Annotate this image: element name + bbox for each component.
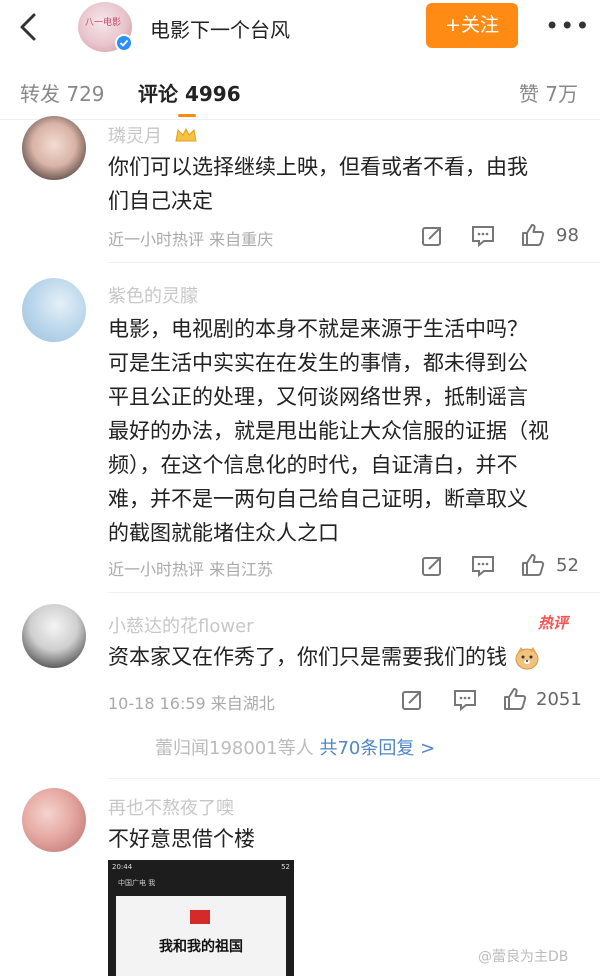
hot-comment-badge: 热评 [538, 614, 569, 632]
comment-line: 们自己决定 [108, 189, 213, 213]
view-replies-link[interactable]: 共70条回复 > [319, 738, 435, 759]
follow-button[interactable]: +关注 [426, 3, 518, 48]
back-icon[interactable] [14, 12, 44, 42]
replies-prefix: 蕾归闻198001等人 [155, 738, 314, 759]
commenter-name[interactable]: 璘灵月 [108, 122, 198, 148]
tab-repost[interactable]: 转发 729 [20, 78, 105, 107]
commenter-name-text: 璘灵月 [108, 126, 162, 147]
comment-icon[interactable] [470, 224, 496, 248]
comment-line: 平且公正的处理，又何谈网络世界，抵制谣言 [108, 385, 528, 409]
embed-nav-bar: 中国广电 我 [118, 879, 156, 887]
commenter-avatar[interactable] [22, 604, 86, 668]
like-count: 52 [556, 555, 579, 576]
divider [108, 262, 600, 263]
replies-summary[interactable]: 蕾归闻198001等人 共70条回复 > [155, 734, 435, 760]
repost-icon[interactable] [420, 554, 446, 578]
commenter-name[interactable]: 紫色的灵朦 [108, 282, 198, 308]
embed-card-title: 我和我的祖国 [159, 939, 243, 955]
comment-icon[interactable] [452, 688, 478, 712]
comment-image[interactable]: 20:44 52 中国广电 我 我和我的祖国 [108, 860, 294, 976]
comment-line: 的截图就能堵住众人之口 [108, 521, 339, 545]
watermark: @蕾良为主DB [478, 949, 569, 965]
doge-emoji-icon [514, 646, 540, 670]
like-icon[interactable] [520, 552, 546, 576]
comment-icon[interactable] [470, 554, 496, 578]
avatar-logo-text: 八一电影 [85, 18, 122, 28]
comment-meta: 近一小时热评 来自重庆 [108, 230, 274, 249]
comment-text: 不好意思借个楼 [108, 822, 583, 856]
like-icon[interactable] [520, 222, 546, 246]
comment-meta: 10-18 16:59 来自湖北 [108, 694, 275, 713]
embed-time: 20:44 [112, 863, 133, 871]
tab-like[interactable]: 赞 7万 [519, 78, 578, 107]
comment-text: 你们可以选择继续上映，但看或者不看，由我 们自己决定 [108, 150, 583, 218]
top-bar: 八一电影 电影下一个台风 +关注 ••• [0, 0, 600, 58]
tab-comment[interactable]: 评论 4996 [138, 78, 241, 107]
like-count: 2051 [536, 689, 582, 710]
crown-icon [174, 127, 198, 148]
commenter-avatar[interactable] [22, 116, 86, 180]
commenter-avatar[interactable] [22, 278, 86, 342]
comment-line: 可是生活中实实在在发生的事情，都未得到公 [108, 351, 528, 375]
embed-card: 我和我的祖国 [116, 896, 286, 976]
comment-line: 不好意思借个楼 [108, 827, 255, 851]
tab-bar: 转发 729 评论 4996 赞 7万 [0, 58, 600, 120]
account-name[interactable]: 电影下一个台风 [150, 14, 290, 43]
active-tab-indicator [178, 114, 196, 117]
divider [108, 778, 600, 779]
comment-text: 资本家又在作秀了，你们只是需要我们的钱 [108, 640, 583, 674]
embed-status-bar: 20:44 52 [108, 860, 294, 874]
commenter-name[interactable]: 小慈达的花flower [108, 612, 254, 638]
repost-icon[interactable] [420, 224, 446, 248]
flag-icon [190, 910, 210, 924]
commenter-name[interactable]: 再也不熬夜了噢 [108, 794, 234, 820]
comment-line: 最好的办法，就是甩出能让大众信服的证据（视 [108, 419, 549, 443]
embed-battery: 52 [281, 863, 290, 871]
comment-line: 资本家又在作秀了，你们只是需要我们的钱 [108, 645, 507, 669]
comment-line: 难，并不是一两句自己给自己证明，断章取义 [108, 487, 528, 511]
more-options-icon[interactable]: ••• [545, 12, 590, 40]
comment-text: 电影，电视剧的本身不就是来源于生活中吗？ 可是生活中实实在在发生的事情，都未得到… [108, 312, 583, 550]
comment-line: 频），在这个信息化的时代，自证清白，并不 [108, 453, 518, 477]
divider [108, 592, 600, 593]
like-count: 98 [556, 225, 579, 246]
verified-badge-icon [115, 34, 133, 52]
comment-line: 你们可以选择继续上映，但看或者不看，由我 [108, 155, 528, 179]
commenter-avatar[interactable] [22, 788, 86, 852]
like-icon[interactable] [502, 686, 528, 710]
comment-line: 电影，电视剧的本身不就是来源于生活中吗？ [108, 317, 528, 341]
repost-icon[interactable] [400, 688, 426, 712]
comment-meta: 近一小时热评 来自江苏 [108, 560, 274, 579]
